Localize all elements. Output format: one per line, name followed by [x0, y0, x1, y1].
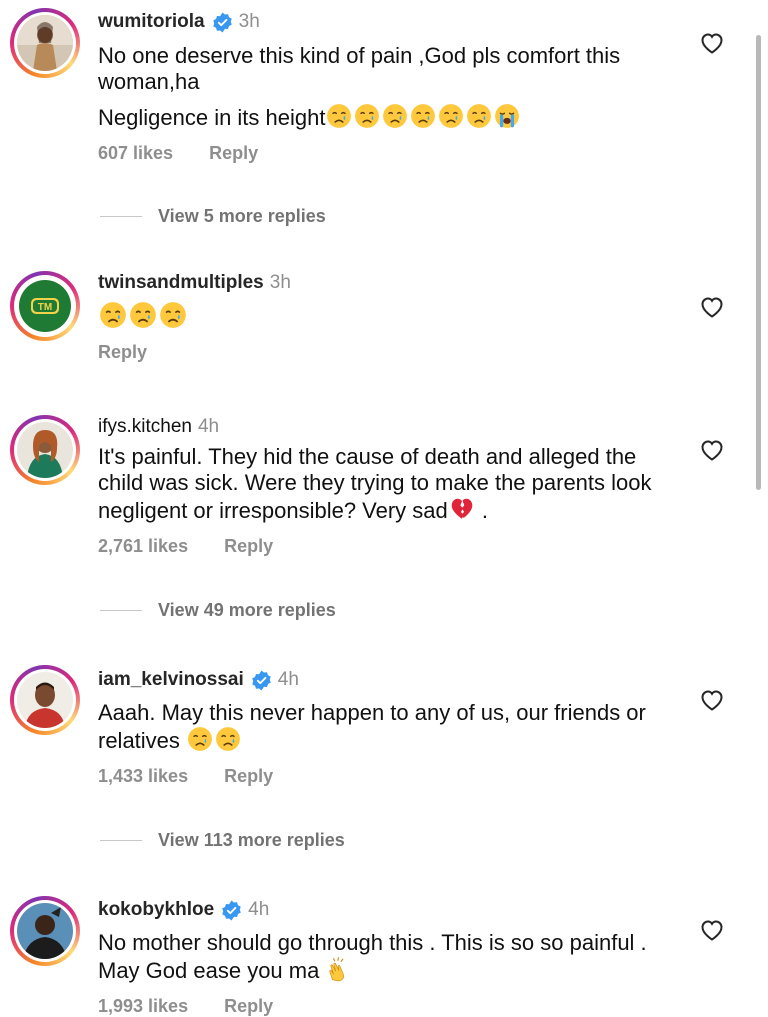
- view-replies-button[interactable]: View 5 more replies: [100, 206, 326, 227]
- comment-meta: Reply: [98, 341, 147, 363]
- like-heart-icon[interactable]: [700, 919, 724, 941]
- likes-count[interactable]: 2,761 likes: [98, 536, 188, 556]
- avatar[interactable]: [10, 896, 80, 966]
- reply-button[interactable]: Reply: [224, 766, 273, 786]
- clapping-hands-icon: [326, 956, 352, 982]
- like-heart-icon[interactable]: [700, 689, 724, 711]
- username-line: twinsandmultiples 3h: [98, 271, 291, 295]
- reply-button[interactable]: Reply: [224, 996, 273, 1016]
- timestamp: 3h: [269, 272, 291, 293]
- comment-line-with-emojis: No mother should go through this . This …: [98, 930, 678, 984]
- comment-line: Aaah. May this never happen to any of us…: [98, 700, 646, 753]
- comment-text: No mother should go through this . This …: [98, 930, 678, 984]
- username-line: wumitoriola 3h: [98, 10, 260, 34]
- avatar-photo: [17, 672, 73, 728]
- username-line: kokobykhloe 4h: [98, 898, 269, 922]
- timestamp: 4h: [248, 899, 270, 920]
- crying-face-icon: [326, 103, 352, 129]
- comment-line: It's painful. They hid the cause of deat…: [98, 444, 652, 523]
- reply-button[interactable]: Reply: [224, 536, 273, 556]
- username[interactable]: kokobykhloe: [98, 898, 214, 922]
- username[interactable]: twinsandmultiples: [98, 271, 264, 295]
- likes-count[interactable]: 1,433 likes: [98, 766, 188, 786]
- likes-count[interactable]: 607 likes: [98, 143, 173, 163]
- likes-count[interactable]: 1,993 likes: [98, 996, 188, 1016]
- reply-button[interactable]: Reply: [209, 143, 258, 163]
- avatar-photo: [17, 903, 73, 959]
- avatar-photo: [17, 422, 73, 478]
- username[interactable]: iam_kelvinossai: [98, 668, 244, 692]
- avatar-photo: TM: [17, 278, 73, 334]
- comment-text: It's painful. They hid the cause of deat…: [98, 444, 678, 524]
- reply-button[interactable]: Reply: [98, 342, 147, 362]
- view-replies-button[interactable]: View 113 more replies: [100, 830, 345, 851]
- divider-line: [100, 610, 142, 611]
- avatar[interactable]: TM: [10, 271, 80, 341]
- like-heart-icon[interactable]: [700, 439, 724, 461]
- comment-line: Negligence in its height: [98, 105, 326, 130]
- timestamp: 4h: [277, 669, 299, 690]
- avatar[interactable]: [10, 8, 80, 78]
- crying-face-icon: [159, 301, 187, 329]
- verified-badge-icon: [212, 12, 233, 33]
- comment-text: No one deserve this kind of pain ,God pl…: [98, 43, 678, 131]
- comment-meta: 607 likes Reply: [98, 142, 258, 164]
- comment-text: Aaah. May this never happen to any of us…: [98, 700, 678, 754]
- comment-line-with-emojis: Aaah. May this never happen to any of us…: [98, 700, 678, 754]
- comment-line: No mother should go through this . This …: [98, 930, 647, 983]
- view-replies-label: View 5 more replies: [158, 206, 326, 226]
- username[interactable]: ifys.kitchen: [98, 415, 192, 439]
- comment-line-with-emojis: Negligence in its height: [98, 103, 678, 131]
- username-line: ifys.kitchen 4h: [98, 415, 219, 439]
- trailing-text: .: [481, 498, 489, 523]
- like-heart-icon[interactable]: [700, 296, 724, 318]
- view-replies-label: View 113 more replies: [158, 830, 345, 850]
- comment-meta: 1,433 likes Reply: [98, 765, 273, 787]
- view-replies-button[interactable]: View 49 more replies: [100, 600, 336, 621]
- avatar-logo-text: TM: [38, 302, 52, 313]
- crying-face-icon: [129, 301, 157, 329]
- comment-meta: 1,993 likes Reply: [98, 995, 273, 1017]
- crying-face-icon: [215, 726, 241, 752]
- comment-line: No one deserve this kind of pain ,God pl…: [98, 43, 621, 94]
- verified-badge-icon: [251, 670, 272, 691]
- divider-line: [100, 216, 142, 217]
- timestamp: 4h: [197, 416, 220, 437]
- avatar-photo: [17, 15, 73, 71]
- timestamp: 3h: [238, 11, 260, 32]
- avatar[interactable]: [10, 415, 80, 485]
- comment-emoji-line: [98, 301, 678, 331]
- crying-face-icon: [382, 103, 408, 129]
- crying-face-icon: [410, 103, 436, 129]
- comment-line-with-emojis: It's painful. They hid the cause of deat…: [98, 444, 678, 524]
- broken-heart-icon: [449, 496, 475, 522]
- divider-line: [100, 840, 142, 841]
- view-replies-label: View 49 more replies: [158, 600, 336, 620]
- crying-face-icon: [354, 103, 380, 129]
- comment-meta: 2,761 likes Reply: [98, 535, 273, 557]
- crying-face-icon: [99, 301, 127, 329]
- like-heart-icon[interactable]: [700, 32, 724, 54]
- crying-face-icon: [187, 726, 213, 752]
- crying-face-icon: [438, 103, 464, 129]
- crying-face-icon: [466, 103, 492, 129]
- loudly-crying-face-icon: [494, 103, 520, 129]
- username[interactable]: wumitoriola: [98, 10, 205, 34]
- scrollbar[interactable]: [756, 35, 761, 490]
- avatar[interactable]: [10, 665, 80, 735]
- comment-text: [98, 301, 678, 331]
- username-line: iam_kelvinossai 4h: [98, 668, 299, 692]
- verified-badge-icon: [221, 900, 242, 921]
